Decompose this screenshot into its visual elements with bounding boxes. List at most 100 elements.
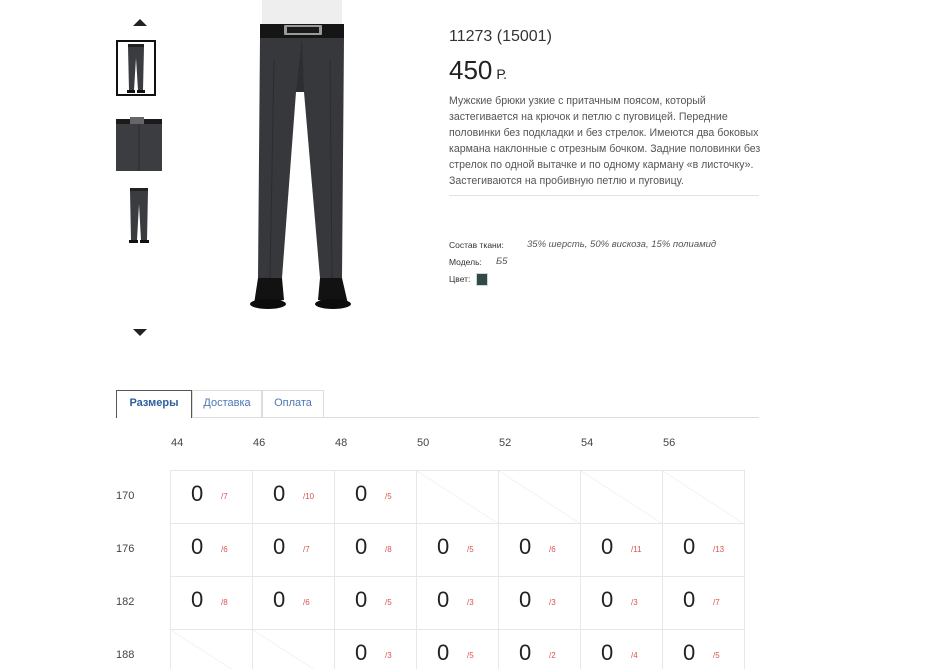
size-cell-stock: /3 [385,651,392,660]
trousers-detail-icon [116,117,162,171]
size-cell-stock: /5 [385,492,392,501]
size-cell-quantity[interactable]: 0 [437,587,449,613]
size-cell[interactable]: 0/3 [498,576,581,630]
size-cell[interactable]: 0/3 [416,576,499,630]
size-cell[interactable]: 0/7 [252,523,335,577]
size-cell[interactable]: 0/5 [416,629,499,669]
size-cell[interactable]: 0/4 [580,629,663,669]
thumbnail-back[interactable] [116,186,162,244]
size-cell[interactable]: 0/7 [662,576,745,630]
size-cell-stock: /5 [467,651,474,660]
size-cell-stock: /8 [385,545,392,554]
size-cell-quantity[interactable]: 0 [683,534,695,560]
size-cell-quantity[interactable]: 0 [273,587,285,613]
size-cell-quantity[interactable]: 0 [519,587,531,613]
size-cell-stock: /6 [221,545,228,554]
size-column-header: 56 [663,437,676,449]
height-row-header: 176 [116,543,135,555]
size-cell-quantity[interactable]: 0 [191,587,203,613]
size-cell-quantity[interactable]: 0 [683,587,695,613]
size-cell-stock: /2 [549,651,556,660]
product-price: 450 Р. [449,55,507,86]
size-cell-stock: /8 [221,598,228,607]
color-swatch[interactable] [476,273,488,286]
size-cell-quantity[interactable]: 0 [355,481,367,507]
size-cell-stock: /11 [631,545,642,554]
gallery-down-arrow-icon[interactable] [133,329,147,336]
size-column-header: 52 [499,437,512,449]
size-cell-unavailable [580,470,663,524]
size-cell-unavailable [252,629,335,669]
size-cell-stock: /6 [549,545,556,554]
size-cell[interactable]: 0/11 [580,523,663,577]
size-cell[interactable]: 0/5 [662,629,745,669]
size-cell-quantity[interactable]: 0 [437,640,449,666]
size-cell-stock: /4 [631,651,638,660]
size-cell-quantity[interactable]: 0 [437,534,449,560]
size-cell-quantity[interactable]: 0 [273,534,285,560]
composition-value: 35% шерсть, 50% вискоза, 15% полиамид [527,239,717,250]
size-cell-stock: /5 [713,651,720,660]
size-cell-unavailable [416,470,499,524]
size-cell-quantity[interactable]: 0 [355,640,367,666]
trousers-back-icon [129,188,149,243]
gallery-up-arrow-icon[interactable] [133,19,147,26]
height-row-header: 170 [116,490,135,502]
price-currency: Р. [496,66,507,82]
size-cell-stock: /3 [631,598,638,607]
size-cell-stock: /5 [467,545,474,554]
size-cell-stock: /7 [303,545,310,554]
size-cell[interactable]: 0/2 [498,629,581,669]
size-cell-quantity[interactable]: 0 [191,534,203,560]
size-cell[interactable]: 0/5 [416,523,499,577]
size-cell[interactable]: 0/6 [498,523,581,577]
trousers-front-icon [127,44,145,93]
size-column-header: 48 [335,437,348,449]
size-cell-quantity[interactable]: 0 [683,640,695,666]
size-cell[interactable]: 0/6 [170,523,253,577]
size-cell[interactable]: 0/10 [252,470,335,524]
size-cell[interactable]: 0/8 [170,576,253,630]
size-cell-quantity[interactable]: 0 [519,534,531,560]
size-cell-stock: /13 [713,545,725,554]
model-label: Модель: [449,257,482,267]
price-value: 450 [449,55,493,85]
tab-payment[interactable]: Оплата [262,390,324,417]
info-divider [449,195,759,196]
size-column-header: 46 [253,437,266,449]
size-cell-quantity[interactable]: 0 [519,640,531,666]
size-cell[interactable]: 0/8 [334,523,417,577]
thumbnail-detail[interactable] [116,113,162,171]
thumbnail-front[interactable] [116,40,156,96]
composition-label: Состав ткани: [449,240,504,250]
size-column-header: 50 [417,437,430,449]
size-cell-quantity[interactable]: 0 [601,534,613,560]
size-cell-quantity[interactable]: 0 [355,587,367,613]
size-cell[interactable]: 0/6 [252,576,335,630]
size-cell-quantity[interactable]: 0 [601,587,613,613]
size-cell-stock: /10 [303,492,315,501]
size-cell-unavailable [498,470,581,524]
size-cell-stock: /6 [303,598,310,607]
size-cell[interactable]: 0/5 [334,576,417,630]
size-cell[interactable]: 0/5 [334,470,417,524]
tab-delivery[interactable]: Доставка [192,390,262,417]
size-cell-stock: /3 [467,598,474,607]
size-cell-quantity[interactable]: 0 [273,481,285,507]
size-cell-quantity[interactable]: 0 [191,481,203,507]
height-row-header: 188 [116,649,135,661]
size-cell-stock: /5 [385,598,392,607]
size-cell-quantity[interactable]: 0 [355,534,367,560]
size-cell-unavailable [170,629,253,669]
size-cell-stock: /7 [713,598,720,607]
size-cell[interactable]: 0/13 [662,523,745,577]
size-cell[interactable]: 0/7 [170,470,253,524]
product-description: Мужские брюки узкие с притачным поясом, … [449,95,761,187]
main-product-image [198,0,398,316]
size-cell[interactable]: 0/3 [580,576,663,630]
size-cell[interactable]: 0/3 [334,629,417,669]
height-row-header: 182 [116,596,135,608]
size-column-header: 54 [581,437,594,449]
size-cell-quantity[interactable]: 0 [601,640,613,666]
tab-sizes[interactable]: Размеры [116,390,192,418]
